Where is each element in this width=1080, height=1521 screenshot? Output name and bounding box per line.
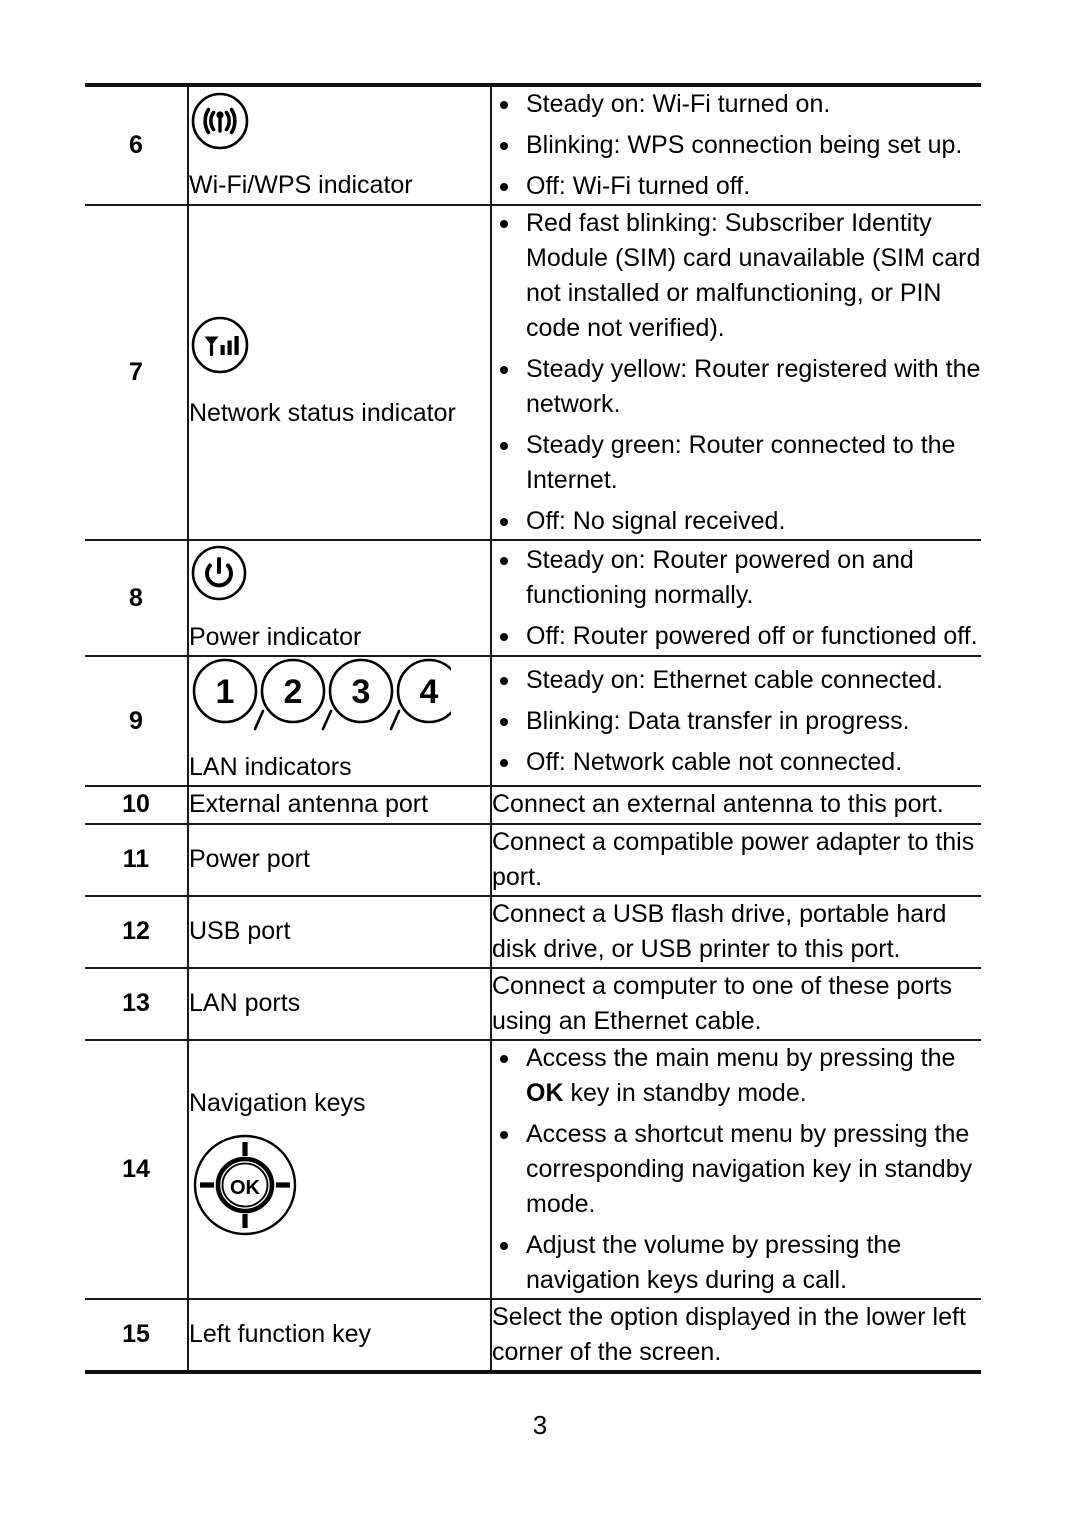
description-text: Connect a computer to one of these ports…	[492, 971, 952, 1035]
table-row: 13 LAN ports Connect a computer to one o…	[85, 966, 981, 1040]
list-item: Off: Router powered off or functioned of…	[492, 619, 981, 654]
table-row: 10 External antenna port Connect an exte…	[85, 785, 981, 824]
row-description: Connect an external antenna to this port…	[490, 785, 981, 824]
list-item: Steady green: Router connected to the In…	[492, 428, 981, 498]
power-indicator-icon	[189, 543, 490, 614]
description-bullet-list: Steady on: Wi-Fi turned on. Blinking: WP…	[492, 87, 981, 204]
row-description: Connect a USB flash drive, portable hard…	[490, 894, 981, 968]
row-item-label: Network status indicator	[189, 398, 456, 427]
row-description: Steady on: Wi-Fi turned on. Blinking: WP…	[490, 83, 981, 205]
row-description: Access the main menu by pressing the OK …	[490, 1038, 981, 1299]
row-item: Left function key	[187, 1297, 491, 1374]
text-before: Access the main menu by pressing the	[526, 1043, 956, 1072]
description-bullet-list: Red fast blinking: Subscriber Identity M…	[492, 206, 981, 539]
table-row: 11 Power port Connect a compatible power…	[85, 822, 981, 896]
row-item: LAN ports	[187, 966, 491, 1040]
list-item: Red fast blinking: Subscriber Identity M…	[492, 206, 981, 346]
row-item-label: USB port	[189, 916, 291, 945]
row-description: Select the option displayed in the lower…	[490, 1297, 981, 1374]
list-item: Steady yellow: Router registered with th…	[492, 352, 981, 422]
text-after: key in standby mode.	[563, 1078, 807, 1107]
table-row: 12 USB port Connect a USB flash drive, p…	[85, 894, 981, 968]
lan-number-3: 3	[352, 673, 371, 711]
lan-indicators-icon: 1 2 3 4	[189, 657, 490, 742]
row-item-label: Power port	[189, 844, 310, 873]
row-item-label: Power indicator	[189, 622, 362, 651]
row-item: Wi-Fi/WPS indicator	[187, 83, 491, 205]
description-bullet-list: Access the main menu by pressing the OK …	[492, 1041, 981, 1298]
row-item-label: Wi-Fi/WPS indicator	[189, 171, 413, 199]
list-item: Adjust the volume by pressing the naviga…	[492, 1228, 981, 1298]
row-number: 9	[85, 655, 188, 786]
row-description: Connect a compatible power adapter to th…	[490, 822, 981, 896]
table-row: 9 1 2 3 4 LAN indicators Steady on: Ethe…	[85, 655, 981, 786]
row-item: Network status indicator	[187, 204, 491, 540]
router-features-table: 6 Wi-Fi/WPS indicator Steady on: Wi-Fi t…	[85, 83, 981, 1374]
row-item: USB port	[187, 894, 491, 968]
table-row: 15 Left function key Select the option d…	[85, 1297, 981, 1374]
row-number: 13	[85, 966, 188, 1040]
list-item: Access a shortcut menu by pressing the c…	[492, 1117, 981, 1222]
row-description: Connect a computer to one of these ports…	[490, 966, 981, 1040]
nav-ok-label: OK	[230, 1177, 261, 1199]
description-text: Select the option displayed in the lower…	[492, 1302, 966, 1366]
description-text: Connect a compatible power adapter to th…	[492, 827, 975, 891]
table-row: 6 Wi-Fi/WPS indicator Steady on: Wi-Fi t…	[85, 83, 981, 205]
table-row: 7 Network status indicator Red fast blin…	[85, 204, 981, 540]
row-number: 15	[85, 1297, 188, 1374]
description-bullet-list: Steady on: Router powered on and functio…	[492, 543, 981, 654]
row-item-label: Left function key	[189, 1320, 372, 1349]
list-item: Steady on: Wi-Fi turned on.	[492, 87, 981, 122]
list-item: Off: Wi-Fi turned off.	[492, 169, 981, 204]
row-number: 12	[85, 894, 188, 968]
row-item-label: External antenna port	[189, 790, 429, 818]
list-item: Blinking: Data transfer in progress.	[492, 704, 981, 739]
wifi-wps-indicator-icon	[189, 90, 490, 163]
row-item: Power port	[187, 822, 491, 896]
description-bullet-list: Steady on: Ethernet cable connected. Bli…	[492, 663, 981, 780]
row-item-label: Navigation keys	[189, 1089, 366, 1117]
network-status-indicator-icon	[189, 314, 490, 387]
table-row: 8 Power indicator Steady on: Router powe…	[85, 539, 981, 656]
navigation-keys-icon: OK	[189, 1132, 490, 1249]
list-item: Off: Network cable not connected.	[492, 745, 981, 780]
row-number: 10	[85, 785, 188, 824]
table-body: 6 Wi-Fi/WPS indicator Steady on: Wi-Fi t…	[85, 83, 981, 1374]
lan-number-1: 1	[216, 673, 235, 711]
row-item-label: LAN indicators	[189, 752, 352, 781]
list-item: Access the main menu by pressing the OK …	[492, 1041, 981, 1111]
description-text: Connect an external antenna to this port…	[492, 790, 944, 819]
ok-key-emphasis: OK	[526, 1078, 564, 1107]
row-item-label: LAN ports	[189, 988, 301, 1017]
row-description: Steady on: Router powered on and functio…	[490, 539, 981, 656]
row-item: Power indicator	[187, 539, 491, 656]
row-item: External antenna port	[187, 785, 491, 824]
row-number: 11	[85, 822, 188, 896]
row-description: Red fast blinking: Subscriber Identity M…	[490, 204, 981, 540]
lan-number-2: 2	[284, 673, 303, 711]
row-item: 1 2 3 4 LAN indicators	[187, 655, 491, 786]
list-item: Off: No signal received.	[492, 504, 981, 539]
lan-number-4: 4	[420, 673, 439, 711]
manual-page: 6 Wi-Fi/WPS indicator Steady on: Wi-Fi t…	[0, 0, 1080, 1521]
page-number: 3	[532, 1410, 548, 1440]
table-row: 14 Navigation keys OK Access the main me…	[85, 1038, 981, 1299]
row-number: 7	[85, 204, 188, 540]
row-description: Steady on: Ethernet cable connected. Bli…	[490, 655, 981, 786]
row-number: 8	[85, 539, 188, 656]
description-text: Connect a USB flash drive, portable hard…	[492, 899, 947, 963]
row-number: 14	[85, 1038, 188, 1299]
list-item: Blinking: WPS connection being set up.	[492, 128, 981, 163]
list-item: Steady on: Router powered on and functio…	[492, 543, 981, 613]
list-item: Steady on: Ethernet cable connected.	[492, 663, 981, 698]
row-item: Navigation keys OK	[187, 1038, 491, 1299]
row-number: 6	[85, 83, 188, 205]
